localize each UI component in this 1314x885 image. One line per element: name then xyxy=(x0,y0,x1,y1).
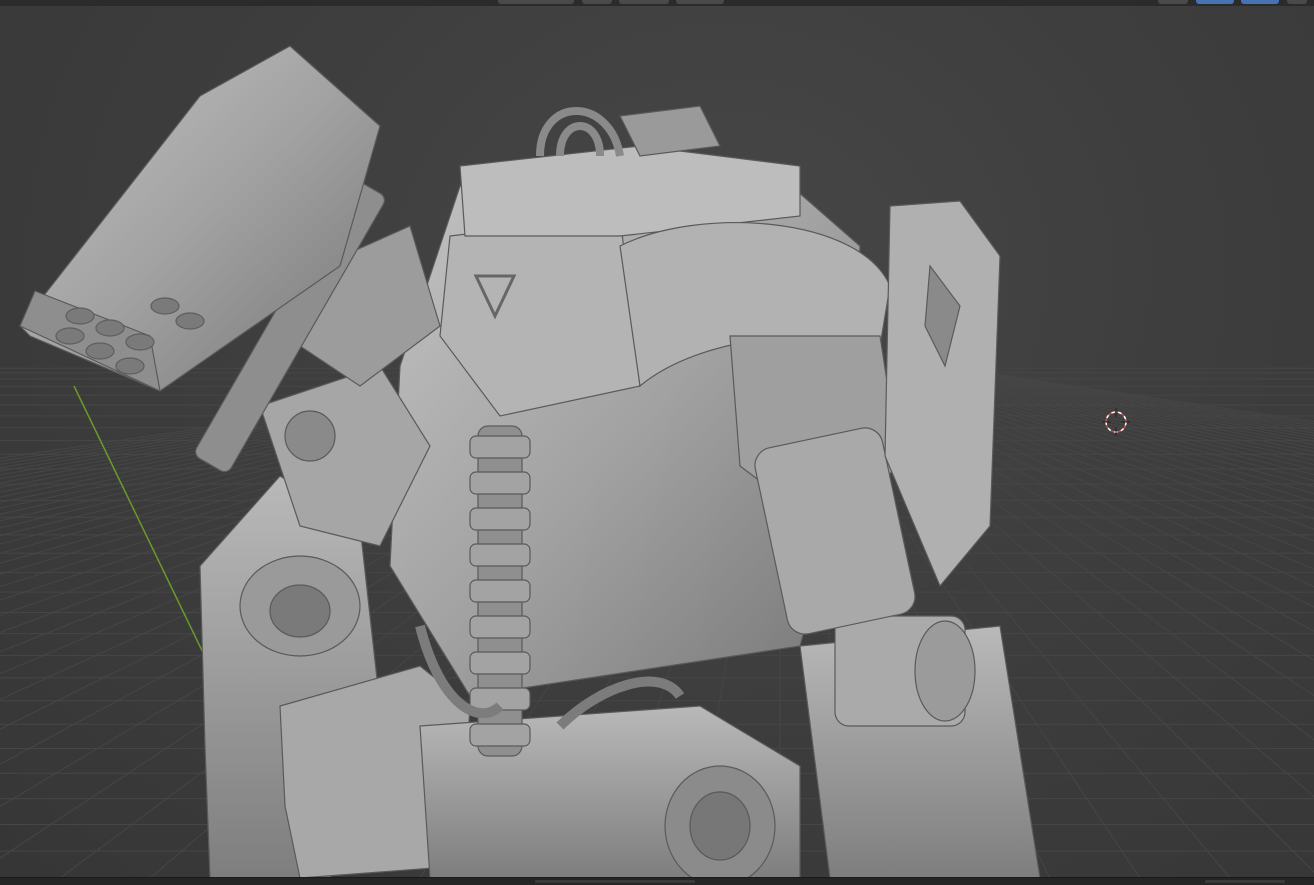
hammer-grip-joint xyxy=(284,410,336,462)
visibility-button[interactable] xyxy=(1158,0,1188,4)
status-segment xyxy=(535,880,695,883)
proportional-edit-toggle[interactable] xyxy=(676,0,724,4)
vertebra xyxy=(469,651,531,675)
vertebra xyxy=(469,615,531,639)
pivot-point-button[interactable] xyxy=(582,0,612,4)
xray-toggle[interactable] xyxy=(1287,0,1307,4)
vertebra xyxy=(469,471,531,495)
vertebra xyxy=(469,543,531,567)
mech-model[interactable] xyxy=(19,45,1041,878)
gizmo-toggle[interactable] xyxy=(1196,0,1234,4)
status-segment xyxy=(1205,880,1285,883)
shield xyxy=(884,200,1001,588)
vertebra xyxy=(469,723,531,747)
transform-orientation-dropdown[interactable] xyxy=(498,0,574,4)
overlays-toggle[interactable] xyxy=(1241,0,1279,4)
viewport-canvas xyxy=(0,45,1314,878)
3d-viewport[interactable] xyxy=(0,6,1314,878)
snap-toggle[interactable] xyxy=(619,0,669,4)
vertebra xyxy=(469,579,531,603)
vertebra xyxy=(469,507,531,531)
status-bar xyxy=(0,877,1314,885)
vertebra xyxy=(469,435,531,459)
